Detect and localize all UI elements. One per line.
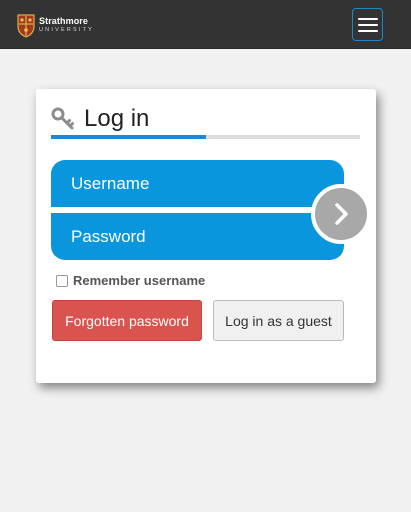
top-navbar: Strathmore UNIVERSITY bbox=[0, 0, 411, 49]
login-header: Log in bbox=[51, 105, 149, 133]
remember-checkbox[interactable] bbox=[56, 274, 68, 287]
forgot-password-button[interactable]: Forgotten password bbox=[52, 300, 202, 341]
login-card: Log in Username Password Remember userna… bbox=[36, 89, 376, 383]
progress-bar bbox=[51, 135, 360, 139]
key-icon bbox=[51, 107, 74, 130]
logo-name: Strathmore bbox=[39, 16, 89, 27]
menu-toggle-button[interactable] bbox=[352, 8, 383, 41]
guest-login-button[interactable]: Log in as a guest bbox=[213, 300, 344, 341]
crest-icon bbox=[17, 14, 35, 38]
password-placeholder: Password bbox=[71, 226, 146, 246]
logo-subtitle: UNIVERSITY bbox=[39, 27, 95, 34]
hamburger-icon-bar bbox=[357, 29, 378, 32]
login-submit-button[interactable] bbox=[311, 184, 371, 244]
chevron-right-icon bbox=[335, 203, 348, 225]
remember-label: Remember username bbox=[73, 273, 206, 288]
progress-fill bbox=[51, 135, 206, 139]
remember-username[interactable]: Remember username bbox=[56, 273, 205, 288]
password-input[interactable]: Password bbox=[51, 213, 344, 260]
username-input[interactable]: Username bbox=[51, 160, 344, 207]
hamburger-icon bbox=[357, 17, 378, 20]
university-logo[interactable]: Strathmore UNIVERSITY bbox=[16, 13, 94, 38]
username-placeholder: Username bbox=[71, 173, 150, 193]
hamburger-icon-bar bbox=[357, 23, 378, 26]
page-title: Log in bbox=[84, 105, 150, 132]
